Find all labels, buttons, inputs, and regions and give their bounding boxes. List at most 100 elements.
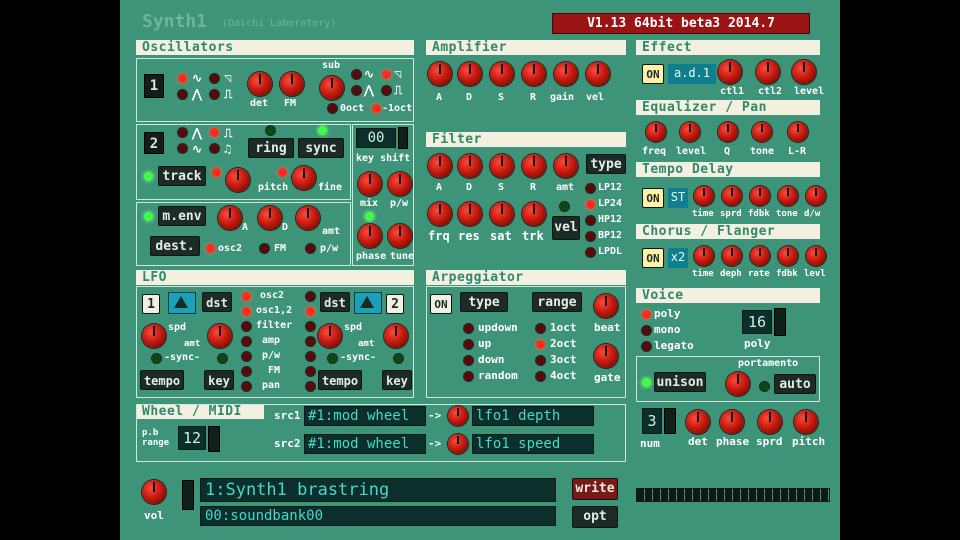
dst1-display[interactable]: lfo1 depth — [472, 406, 594, 426]
pitch-knob[interactable] — [226, 168, 250, 192]
chorus-fdbk-knob[interactable] — [778, 246, 798, 266]
lfo2-key-button[interactable]: key — [382, 370, 412, 390]
lfo-dest-amp-led-r[interactable] — [306, 337, 315, 346]
sub-minus1oct-led[interactable] — [372, 104, 381, 113]
dest-button[interactable]: dest. — [150, 236, 200, 256]
delay-fdbk-knob[interactable] — [750, 186, 770, 206]
unison-num-display[interactable]: 3 — [642, 408, 662, 434]
effect-on-button[interactable]: ON — [642, 64, 664, 84]
lfo2-wave-button[interactable] — [354, 292, 382, 314]
voice-legato-led[interactable] — [642, 342, 651, 351]
lfo-dest-amp-led-l[interactable] — [242, 337, 251, 346]
amp-s-knob[interactable] — [490, 62, 514, 86]
sub-wave-saw-led[interactable] — [352, 70, 361, 79]
arp-4oct-led[interactable] — [536, 372, 545, 381]
osc2-wave-tri-led[interactable] — [178, 128, 187, 137]
lfo1-number-button[interactable]: 1 — [142, 294, 160, 314]
arp-updown-led[interactable] — [464, 324, 473, 333]
delay-type-display[interactable]: ST — [668, 188, 688, 208]
portamento-knob[interactable] — [726, 372, 750, 396]
ring-button[interactable]: ring — [248, 138, 294, 158]
lfo-dest-pan-led-l[interactable] — [242, 382, 251, 391]
lfo2-spd-knob[interactable] — [318, 324, 342, 348]
eq-lr-knob[interactable] — [788, 122, 808, 142]
menv-a-knob[interactable] — [218, 206, 242, 230]
arp-range-button[interactable]: range — [532, 292, 582, 312]
eq-tone-knob[interactable] — [752, 122, 772, 142]
effect-level-knob[interactable] — [792, 60, 816, 84]
sub-wave-tri-led[interactable] — [352, 86, 361, 95]
arp-3oct-led[interactable] — [536, 356, 545, 365]
lfo2-tempo-button[interactable]: tempo — [318, 370, 362, 390]
menv-amt-knob[interactable] — [296, 206, 320, 230]
arp-type-button[interactable]: type — [460, 292, 508, 312]
bank-name-display[interactable]: 00:soundbank00 — [200, 506, 556, 526]
src1-display[interactable]: #1:mod wheel — [304, 406, 426, 426]
filter-d-knob[interactable] — [458, 154, 482, 178]
filter-bp12-led[interactable] — [586, 232, 595, 241]
amp-a-knob[interactable] — [428, 62, 452, 86]
dst2-display[interactable]: lfo1 speed — [472, 434, 594, 454]
arp-1oct-led[interactable] — [536, 324, 545, 333]
sub-level-knob[interactable] — [320, 76, 344, 100]
sub-0oct-led[interactable] — [328, 104, 337, 113]
unison-det-knob[interactable] — [686, 410, 710, 434]
volume-knob[interactable] — [142, 480, 166, 504]
track-button[interactable]: track — [158, 166, 206, 186]
amp-vel-knob[interactable] — [586, 62, 610, 86]
unison-sprd-knob[interactable] — [758, 410, 782, 434]
chorus-rate-knob[interactable] — [750, 246, 770, 266]
chorus-on-button[interactable]: ON — [642, 248, 664, 268]
osc1-wave-saw-led[interactable] — [178, 74, 187, 83]
sub-wave-ramp-led[interactable] — [382, 70, 391, 79]
amp-r-knob[interactable] — [522, 62, 546, 86]
amp-gain-knob[interactable] — [554, 62, 578, 86]
unison-button[interactable]: unison — [654, 372, 706, 392]
lfo-dest-osc12-led-l[interactable] — [242, 307, 251, 316]
key-shift-display[interactable]: 00 — [356, 128, 396, 148]
filter-sat-knob[interactable] — [490, 202, 514, 226]
sub-wave-square-led[interactable] — [382, 86, 391, 95]
delay-time-knob[interactable] — [694, 186, 714, 206]
effect-ctl2-knob[interactable] — [756, 60, 780, 84]
lfo1-key-button[interactable]: key — [204, 370, 234, 390]
lfo-dest-osc2-led-r[interactable] — [306, 292, 315, 301]
patch-name-display[interactable]: 1:Synth1 brastring — [200, 478, 556, 502]
patch-scroll[interactable] — [182, 480, 194, 510]
sync-button[interactable]: sync — [298, 138, 344, 158]
voice-mono-led[interactable] — [642, 326, 651, 335]
osc2-wave-saw-led[interactable] — [178, 144, 187, 153]
arp-up-led[interactable] — [464, 340, 473, 349]
filter-hp12-led[interactable] — [586, 216, 595, 225]
delay-tone-knob[interactable] — [778, 186, 798, 206]
lfo1-dst-button[interactable]: dst — [202, 292, 232, 312]
arp-random-led[interactable] — [464, 372, 473, 381]
unison-pitch-knob[interactable] — [794, 410, 818, 434]
lfo-dest-filter-led-l[interactable] — [242, 322, 251, 331]
filter-trk-knob[interactable] — [522, 202, 546, 226]
dest-fm-led[interactable] — [260, 244, 269, 253]
lfo-dest-fm-led-l[interactable] — [242, 367, 251, 376]
lfo1-spd-knob[interactable] — [142, 324, 166, 348]
lfo-dest-pan-led-r[interactable] — [306, 382, 315, 391]
pw-knob[interactable] — [388, 172, 412, 196]
unison-num-scroll[interactable] — [664, 408, 676, 434]
filter-s-knob[interactable] — [490, 154, 514, 178]
tune-knob[interactable] — [388, 224, 412, 248]
eq-q-knob[interactable] — [718, 122, 738, 142]
lfo2-number-button[interactable]: 2 — [386, 294, 404, 314]
osc1-wave-tri-led[interactable] — [178, 90, 187, 99]
delay-on-button[interactable]: ON — [642, 188, 664, 208]
filter-lp12-led[interactable] — [586, 184, 595, 193]
voice-poly-led[interactable] — [642, 310, 651, 319]
chorus-type-display[interactable]: x2 — [668, 248, 688, 268]
fine-knob[interactable] — [292, 166, 316, 190]
lfo-dest-pw-led-r[interactable] — [306, 352, 315, 361]
delay-dw-knob[interactable] — [806, 186, 826, 206]
src2-display[interactable]: #1:mod wheel — [304, 434, 426, 454]
lfo1-tempo-button[interactable]: tempo — [140, 370, 184, 390]
filter-amt-knob[interactable] — [554, 154, 578, 178]
eq-freq-knob[interactable] — [646, 122, 666, 142]
menv-d-knob[interactable] — [258, 206, 282, 230]
lfo1-wave-button[interactable] — [168, 292, 196, 314]
